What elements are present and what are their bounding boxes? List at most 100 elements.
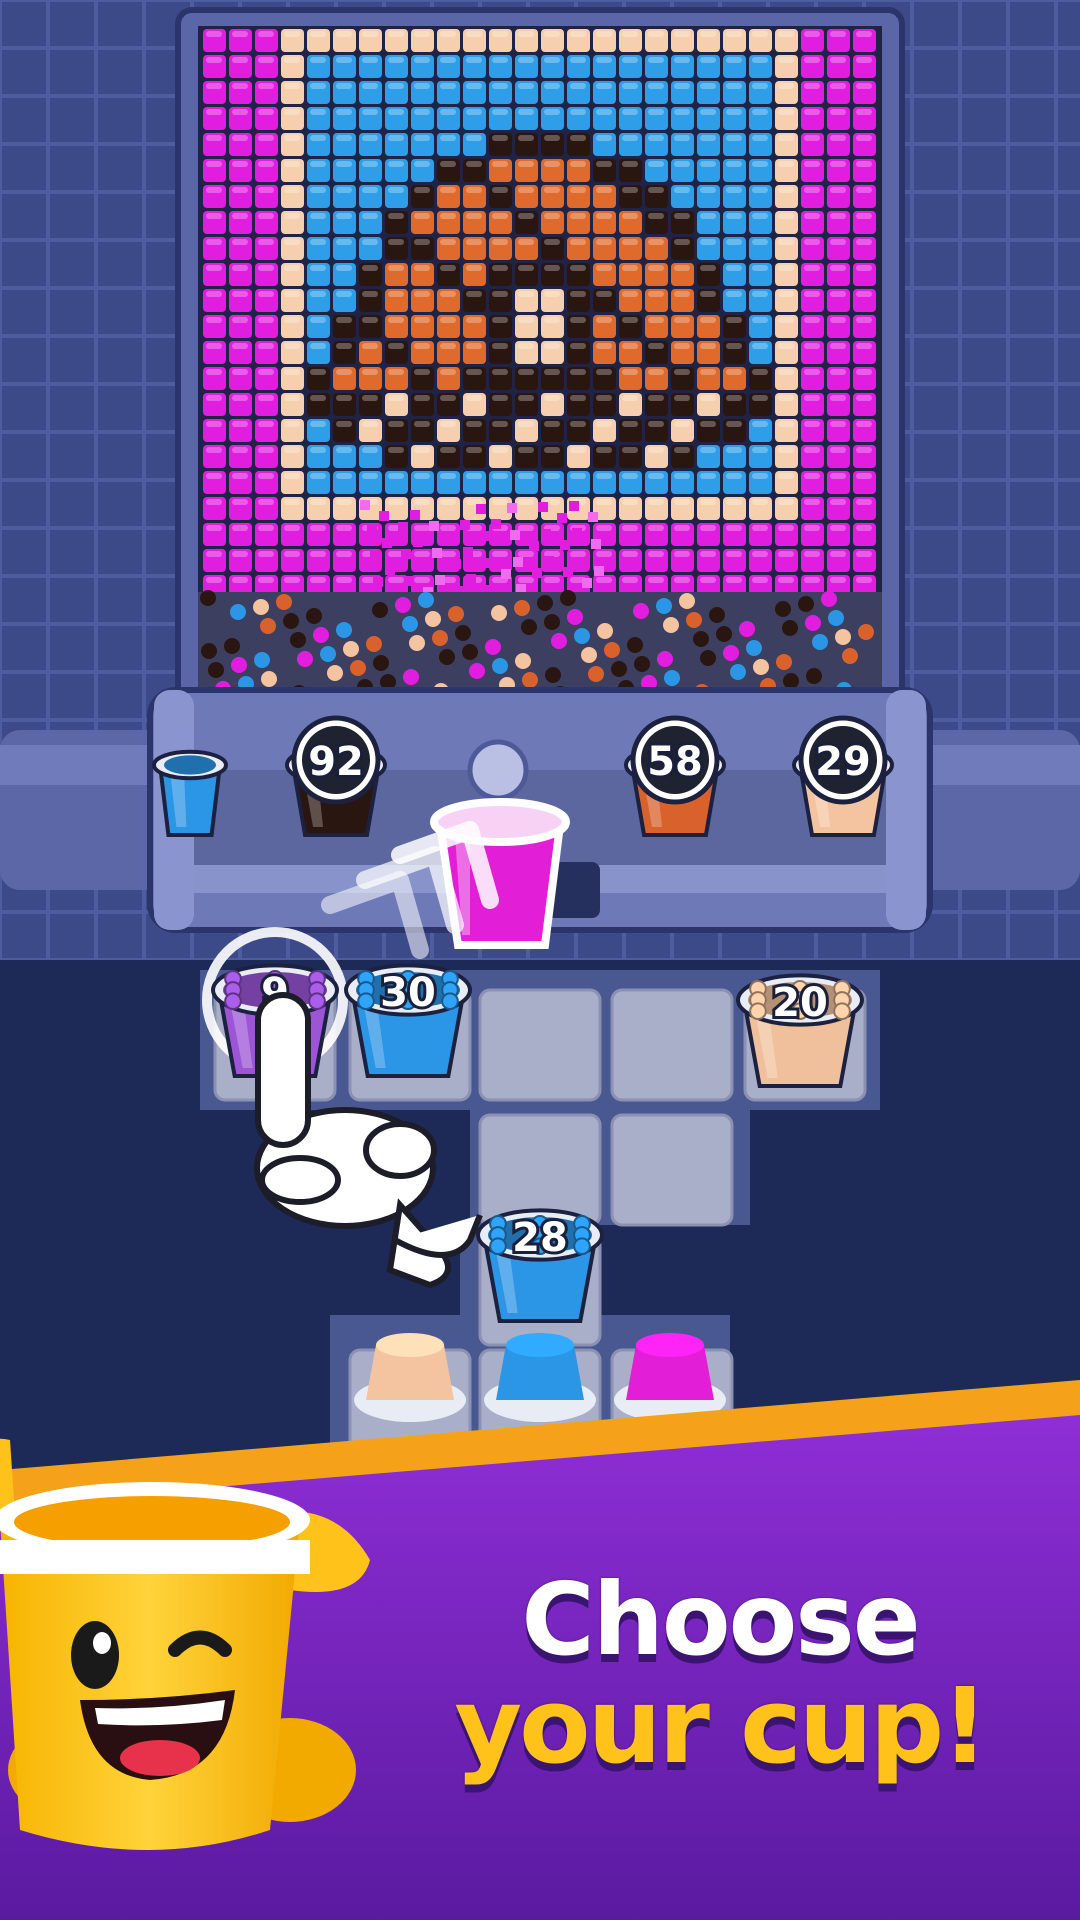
mosaic-tile-shine (388, 421, 404, 427)
mosaic-tile-shine (570, 421, 586, 427)
mosaic-tile-shine (310, 213, 326, 219)
ball (798, 596, 814, 612)
mosaic-tile-shine (258, 395, 274, 401)
mosaic-tile-shine (778, 551, 794, 557)
grid-cell[interactable] (478, 988, 602, 1102)
ball (633, 603, 649, 619)
mosaic-tile-shine (674, 265, 690, 271)
mosaic-tile-shine (388, 343, 404, 349)
mosaic-tile-shine (284, 239, 300, 245)
mosaic-tile-shine (778, 421, 794, 427)
mosaic-tile-shine (336, 395, 352, 401)
mosaic-tile-shine (648, 83, 664, 89)
mosaic-tile-shine (830, 135, 846, 141)
mosaic-tile-shine (856, 525, 872, 531)
mosaic-tile-shine (544, 109, 560, 115)
ball (604, 642, 620, 658)
mosaic-tile-shine (258, 447, 274, 453)
mosaic-tile-shine (336, 551, 352, 557)
mosaic-tile-shine (778, 317, 794, 323)
ball (395, 597, 411, 613)
mosaic-tile-shine (856, 369, 872, 375)
mosaic-tile-shine (830, 551, 846, 557)
particle (569, 501, 579, 511)
mosaic-tile-shine (284, 447, 300, 453)
particle (544, 556, 554, 566)
particle (538, 502, 548, 512)
mosaic-tile-shine (856, 135, 872, 141)
mosaic-tile-shine (804, 369, 820, 375)
ball (201, 643, 217, 659)
mosaic-tile-shine (544, 577, 560, 583)
mosaic-tile-shine (830, 369, 846, 375)
ball (402, 616, 418, 632)
mosaic-tile-shine (622, 31, 638, 37)
mosaic-tile-shine (544, 31, 560, 37)
mosaic-tile-shine (544, 421, 560, 427)
ball (492, 658, 508, 674)
mosaic-tile-shine (674, 135, 690, 141)
mosaic-tile-shine (414, 577, 430, 583)
mosaic-tile-shine (310, 265, 326, 271)
ball (462, 644, 478, 660)
mosaic-tile-shine (752, 499, 768, 505)
mosaic-tile-shine (830, 317, 846, 323)
ball (297, 651, 313, 667)
mosaic-tile-shine (752, 421, 768, 427)
mosaic-tile-shine (440, 499, 456, 505)
mosaic-tile-shine (258, 265, 274, 271)
mosaic-tile-shine (336, 343, 352, 349)
queue-cup-ball (833, 1002, 851, 1021)
mosaic-tile-shine (648, 187, 664, 193)
mosaic-tile-shine (804, 265, 820, 271)
mosaic-tile-shine (726, 525, 742, 531)
grid-cell[interactable] (610, 988, 734, 1102)
particle (572, 528, 582, 538)
mosaic-tile-shine (622, 473, 638, 479)
mosaic-tile-shine (206, 213, 222, 219)
mosaic-tile-shine (388, 57, 404, 63)
mosaic-tile-shine (466, 83, 482, 89)
mosaic-tile-shine (492, 239, 508, 245)
mosaic-tile-shine (336, 421, 352, 427)
mosaic-tile-shine (778, 135, 794, 141)
mosaic-tile-shine (570, 109, 586, 115)
mosaic-tile-shine (804, 109, 820, 115)
mosaic-tile-shine (700, 187, 716, 193)
mosaic-tile-shine (414, 447, 430, 453)
mosaic-tile-shine (310, 551, 326, 557)
mosaic-tile-shine (622, 447, 638, 453)
mosaic-tile-shine (752, 291, 768, 297)
mosaic-tile-shine (258, 369, 274, 375)
mosaic-tile-shine (726, 83, 742, 89)
mosaic-tile-shine (310, 525, 326, 531)
queue-cup-ball (357, 992, 375, 1011)
mosaic-tile-shine (310, 421, 326, 427)
mosaic-tile-shine (752, 317, 768, 323)
grid-cell[interactable] (610, 1113, 734, 1227)
ball (350, 660, 366, 676)
particle (582, 578, 592, 588)
mosaic-tile-shine (206, 187, 222, 193)
mosaic-tile-shine (674, 213, 690, 219)
mosaic-tile-shine (544, 369, 560, 375)
mosaic-tile-shine (830, 161, 846, 167)
particle (410, 510, 420, 520)
particle (588, 512, 598, 522)
mosaic-tile-shine (726, 213, 742, 219)
mosaic-tile-shine (336, 317, 352, 323)
ball (611, 661, 627, 677)
mosaic-tile-shine (648, 525, 664, 531)
mosaic-tile-shine (232, 161, 248, 167)
particle (382, 538, 392, 548)
promo-headline: Choose your cup! (400, 1570, 1040, 1779)
mosaic-tile-shine (440, 447, 456, 453)
mosaic-tile-shine (726, 421, 742, 427)
particle (501, 569, 511, 579)
particle (594, 566, 604, 576)
mosaic-tile-shine (258, 551, 274, 557)
mosaic-tile-shine (752, 57, 768, 63)
mosaic-tile-shine (648, 343, 664, 349)
mosaic-tile-shine (388, 239, 404, 245)
mosaic-tile-shine (622, 369, 638, 375)
